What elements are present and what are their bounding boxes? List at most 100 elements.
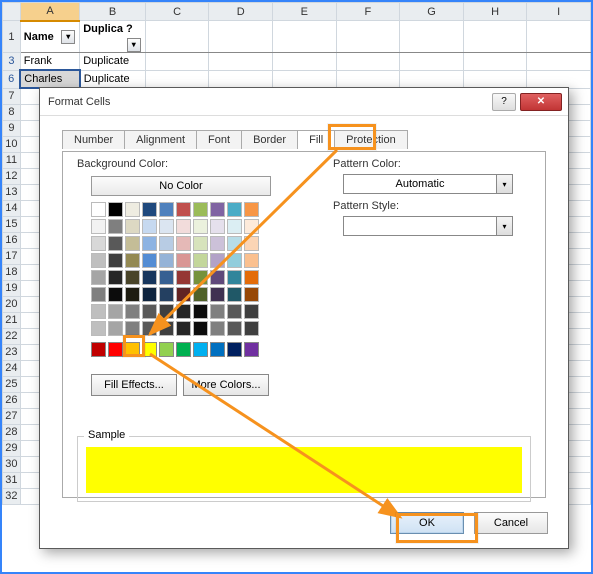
color-swatch[interactable] xyxy=(159,270,174,285)
cell[interactable] xyxy=(145,70,209,88)
color-swatch[interactable] xyxy=(91,304,106,319)
color-swatch[interactable] xyxy=(176,236,191,251)
ok-button[interactable]: OK xyxy=(390,512,464,534)
color-swatch[interactable] xyxy=(244,304,259,319)
cell[interactable] xyxy=(336,53,400,71)
standard-color-swatch[interactable] xyxy=(91,342,106,357)
color-swatch[interactable] xyxy=(176,304,191,319)
column-header[interactable]: I xyxy=(527,3,591,21)
color-swatch[interactable] xyxy=(227,219,242,234)
color-swatch[interactable] xyxy=(159,304,174,319)
color-swatch[interactable] xyxy=(91,287,106,302)
tab-font[interactable]: Font xyxy=(196,130,242,149)
color-swatch[interactable] xyxy=(159,219,174,234)
cell[interactable] xyxy=(400,70,464,88)
color-swatch[interactable] xyxy=(108,253,123,268)
row-header[interactable]: 18 xyxy=(3,264,21,280)
color-swatch[interactable] xyxy=(227,304,242,319)
row-header[interactable]: 17 xyxy=(3,248,21,264)
color-swatch[interactable] xyxy=(125,253,140,268)
color-swatch[interactable] xyxy=(91,202,106,217)
standard-color-swatch[interactable] xyxy=(176,342,191,357)
color-swatch[interactable] xyxy=(227,287,242,302)
cell[interactable] xyxy=(527,53,591,71)
color-swatch[interactable] xyxy=(210,236,225,251)
color-swatch[interactable] xyxy=(176,219,191,234)
row-header[interactable]: 24 xyxy=(3,360,21,376)
cell[interactable]: Frank xyxy=(20,53,79,71)
color-swatch[interactable] xyxy=(108,304,123,319)
fill-effects-button[interactable]: Fill Effects... xyxy=(91,374,177,396)
color-swatch[interactable] xyxy=(176,321,191,336)
filter-dropdown-icon[interactable]: ▾ xyxy=(61,30,75,44)
row-header[interactable]: 1 xyxy=(3,21,21,53)
color-swatch[interactable] xyxy=(210,219,225,234)
color-swatch[interactable] xyxy=(244,287,259,302)
color-swatch[interactable] xyxy=(210,304,225,319)
tab-border[interactable]: Border xyxy=(241,130,298,149)
color-swatch[interactable] xyxy=(91,236,106,251)
cell[interactable] xyxy=(209,21,273,53)
standard-color-swatch[interactable] xyxy=(159,342,174,357)
color-swatch[interactable] xyxy=(159,236,174,251)
color-swatch[interactable] xyxy=(159,202,174,217)
color-swatch[interactable] xyxy=(176,253,191,268)
color-swatch[interactable] xyxy=(193,270,208,285)
row-header[interactable]: 14 xyxy=(3,200,21,216)
row-header[interactable]: 11 xyxy=(3,152,21,168)
cell[interactable] xyxy=(209,53,273,71)
color-swatch[interactable] xyxy=(210,287,225,302)
row-header[interactable]: 26 xyxy=(3,392,21,408)
row-header[interactable]: 30 xyxy=(3,456,21,472)
color-swatch[interactable] xyxy=(142,236,157,251)
pattern-style-combo[interactable]: ▾ xyxy=(343,216,513,236)
color-swatch[interactable] xyxy=(142,219,157,234)
cell[interactable] xyxy=(273,53,337,71)
cell[interactable]: Name▾ xyxy=(20,21,79,53)
standard-color-swatch[interactable] xyxy=(227,342,242,357)
no-color-button[interactable]: No Color xyxy=(91,176,271,196)
row-header[interactable]: 6 xyxy=(3,70,21,88)
standard-color-swatch[interactable] xyxy=(244,342,259,357)
row-header[interactable]: 7 xyxy=(3,88,21,104)
color-swatch[interactable] xyxy=(108,287,123,302)
color-swatch[interactable] xyxy=(193,253,208,268)
cell[interactable]: Charles xyxy=(20,70,79,88)
row-header[interactable]: 28 xyxy=(3,424,21,440)
color-swatch[interactable] xyxy=(244,270,259,285)
cell[interactable] xyxy=(463,53,527,71)
color-swatch[interactable] xyxy=(210,270,225,285)
row-header[interactable]: 20 xyxy=(3,296,21,312)
color-swatch[interactable] xyxy=(159,287,174,302)
row-header[interactable]: 32 xyxy=(3,488,21,504)
color-swatch[interactable] xyxy=(210,202,225,217)
row-header[interactable]: 25 xyxy=(3,376,21,392)
color-swatch[interactable] xyxy=(142,287,157,302)
column-header[interactable]: C xyxy=(145,3,209,21)
color-swatch[interactable] xyxy=(244,321,259,336)
color-swatch[interactable] xyxy=(159,253,174,268)
row-header[interactable]: 16 xyxy=(3,232,21,248)
cell[interactable]: Duplicate xyxy=(80,53,146,71)
color-swatch[interactable] xyxy=(125,219,140,234)
cell[interactable] xyxy=(463,21,527,53)
color-swatch[interactable] xyxy=(142,321,157,336)
tab-fill[interactable]: Fill xyxy=(297,130,335,149)
more-colors-button[interactable]: More Colors... xyxy=(183,374,269,396)
color-swatch[interactable] xyxy=(108,202,123,217)
color-swatch[interactable] xyxy=(108,236,123,251)
color-swatch[interactable] xyxy=(159,321,174,336)
column-header[interactable]: E xyxy=(273,3,337,21)
cell[interactable] xyxy=(527,70,591,88)
cell[interactable]: Duplicate xyxy=(80,70,146,88)
cell[interactable] xyxy=(463,70,527,88)
color-swatch[interactable] xyxy=(227,253,242,268)
standard-color-swatch[interactable] xyxy=(142,342,157,357)
color-swatch[interactable] xyxy=(125,287,140,302)
filter-funnel-icon[interactable]: ▾ xyxy=(127,38,141,52)
color-swatch[interactable] xyxy=(142,304,157,319)
row-header[interactable]: 27 xyxy=(3,408,21,424)
cell[interactable] xyxy=(400,53,464,71)
color-swatch[interactable] xyxy=(108,321,123,336)
column-header[interactable]: A xyxy=(20,3,79,21)
